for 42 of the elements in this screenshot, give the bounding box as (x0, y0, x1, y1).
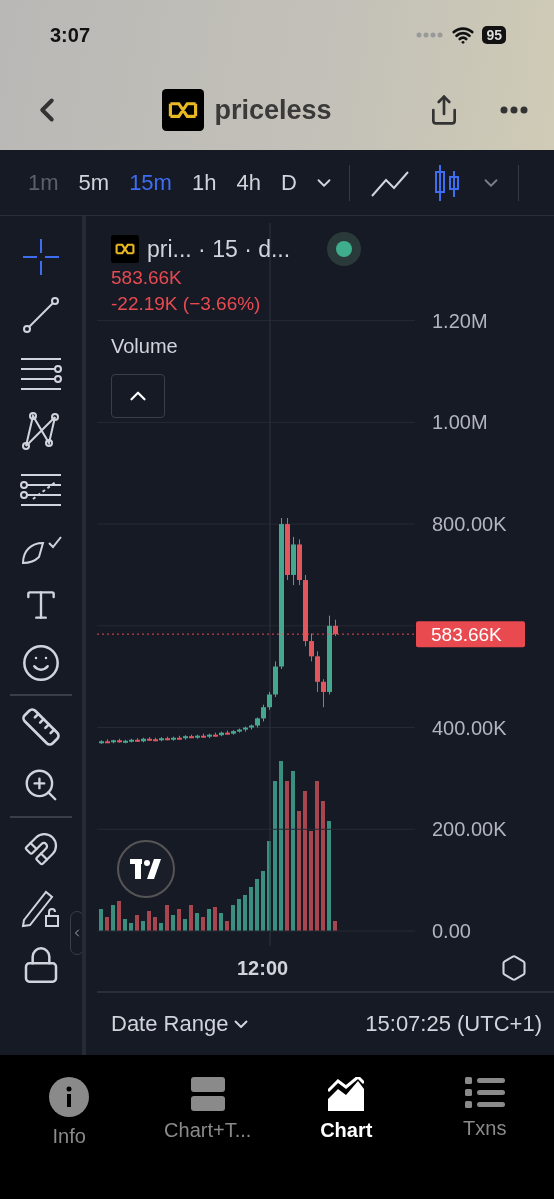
signal-icon (416, 32, 445, 38)
time-axis-label: 12:00 (237, 956, 289, 980)
wifi-icon (452, 24, 475, 46)
timeframe-tab[interactable]: 15m (119, 169, 182, 196)
symbol-legend: pri... · 15 · d... (147, 235, 291, 263)
price-change: -22.19K (−3.66%) (111, 293, 262, 315)
timeframe-tab[interactable]: 1h (181, 169, 227, 196)
nav-tab[interactable]: Txns (419, 1077, 550, 1157)
nav-tab[interactable]: Chart (281, 1077, 412, 1157)
more-icon (500, 106, 528, 114)
volume-label: Volume (111, 335, 179, 358)
info-icon (49, 1077, 90, 1117)
last-price: 583.66K (111, 267, 183, 289)
nav-tab[interactable]: Info (4, 1077, 135, 1157)
status-time: 3:07 (50, 23, 91, 47)
nav-tab[interactable]: Chart+T... (142, 1077, 273, 1157)
price-axis-label: 1.00M (432, 411, 488, 434)
chevron-down-icon (234, 1019, 249, 1028)
current-price-badge: 583.66K (416, 621, 525, 648)
price-axis-label: 800.00K (432, 513, 507, 536)
battery-indicator: 95 (482, 26, 506, 44)
collapse-toolbar-handle[interactable] (70, 911, 82, 955)
collapse-legend-button[interactable] (111, 374, 165, 418)
token-logo-icon (162, 89, 205, 131)
timeframe-tab[interactable]: 5m (68, 169, 120, 196)
token-logo-icon (111, 235, 139, 263)
page-title: priceless (214, 94, 332, 126)
date-range-dropdown[interactable]: Date Range (111, 1010, 249, 1037)
price-axis-label: 0.00 (432, 920, 471, 942)
area-chart-icon (328, 1077, 365, 1111)
hexagon-icon (500, 954, 528, 983)
price-axis-label: 200.00K (432, 818, 507, 841)
timeframe-tab[interactable]: 4h (226, 169, 271, 196)
split-layout-icon (190, 1077, 225, 1111)
settings-button[interactable] (500, 954, 528, 983)
timeframe-tab[interactable]: D (270, 169, 307, 196)
more-button[interactable] (500, 106, 528, 114)
price-axis-label: 1.20M (432, 309, 488, 332)
chart-clock: 15:07:25 (UTC+1) (365, 1010, 542, 1037)
chart-logo-icon (117, 840, 175, 898)
list-icon (464, 1077, 505, 1109)
price-axis-label: 400.00K (432, 716, 507, 739)
